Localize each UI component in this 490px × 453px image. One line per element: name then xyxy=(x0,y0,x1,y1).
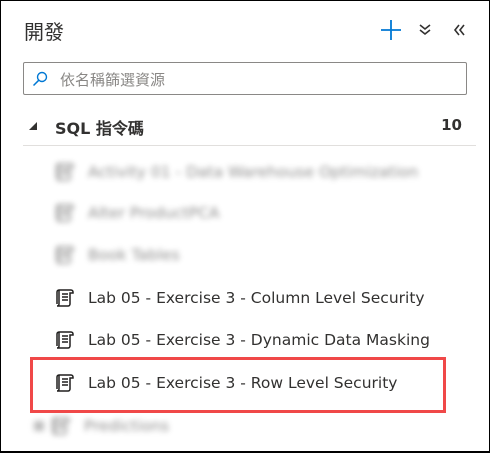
list-item[interactable]: Predictions xyxy=(30,408,425,444)
expand-icon[interactable] xyxy=(34,421,44,431)
section-label: SQL 指令碼 xyxy=(55,119,144,138)
section-sql-scripts[interactable]: SQL 指令碼 10 xyxy=(23,112,476,142)
list-item[interactable]: Activity 01 - Data Warehouse Optimizatio… xyxy=(48,154,443,190)
filter-input[interactable] xyxy=(58,67,462,93)
item-label: Book Tables xyxy=(88,246,180,264)
sql-script-icon xyxy=(54,202,76,224)
collapse-all-button[interactable] xyxy=(413,18,437,42)
item-label: Lab 05 - Exercise 3 - Dynamic Data Maski… xyxy=(88,331,430,349)
sql-script-icon xyxy=(54,287,76,309)
sql-script-icon xyxy=(54,244,76,266)
expand-caret-icon[interactable] xyxy=(29,122,37,130)
filter-search-box[interactable] xyxy=(23,62,467,95)
list-item[interactable]: Book Tables xyxy=(48,237,443,273)
item-label: Activity 01 - Data Warehouse Optimizatio… xyxy=(88,163,419,181)
sql-script-icon xyxy=(54,329,76,351)
search-icon xyxy=(32,71,48,87)
list-item[interactable]: Lab 05 - Exercise 3 - Row Level Security xyxy=(48,365,443,401)
plus-icon xyxy=(381,20,401,40)
list-item[interactable]: Alter ProductPCA xyxy=(48,195,443,231)
section-count: 10 xyxy=(441,116,462,134)
item-label: Lab 05 - Exercise 3 - Column Level Secur… xyxy=(88,289,425,307)
divider xyxy=(23,145,476,146)
list-item[interactable]: Lab 05 - Exercise 3 - Column Level Secur… xyxy=(48,280,443,316)
double-chevron-left-icon xyxy=(453,24,465,36)
sql-script-icon xyxy=(54,161,76,183)
item-label: Lab 05 - Exercise 3 - Row Level Security xyxy=(88,374,398,392)
panel-title: 開發 xyxy=(24,20,64,44)
hide-panel-button[interactable] xyxy=(447,18,471,42)
item-label: Alter ProductPCA xyxy=(88,204,220,222)
sql-script-icon xyxy=(54,372,76,394)
add-resource-button[interactable] xyxy=(379,18,403,42)
item-label: Predictions xyxy=(84,417,170,435)
sql-script-icon xyxy=(50,415,72,437)
double-chevron-down-icon xyxy=(419,24,431,36)
list-item[interactable]: Lab 05 - Exercise 3 - Dynamic Data Maski… xyxy=(48,322,443,358)
